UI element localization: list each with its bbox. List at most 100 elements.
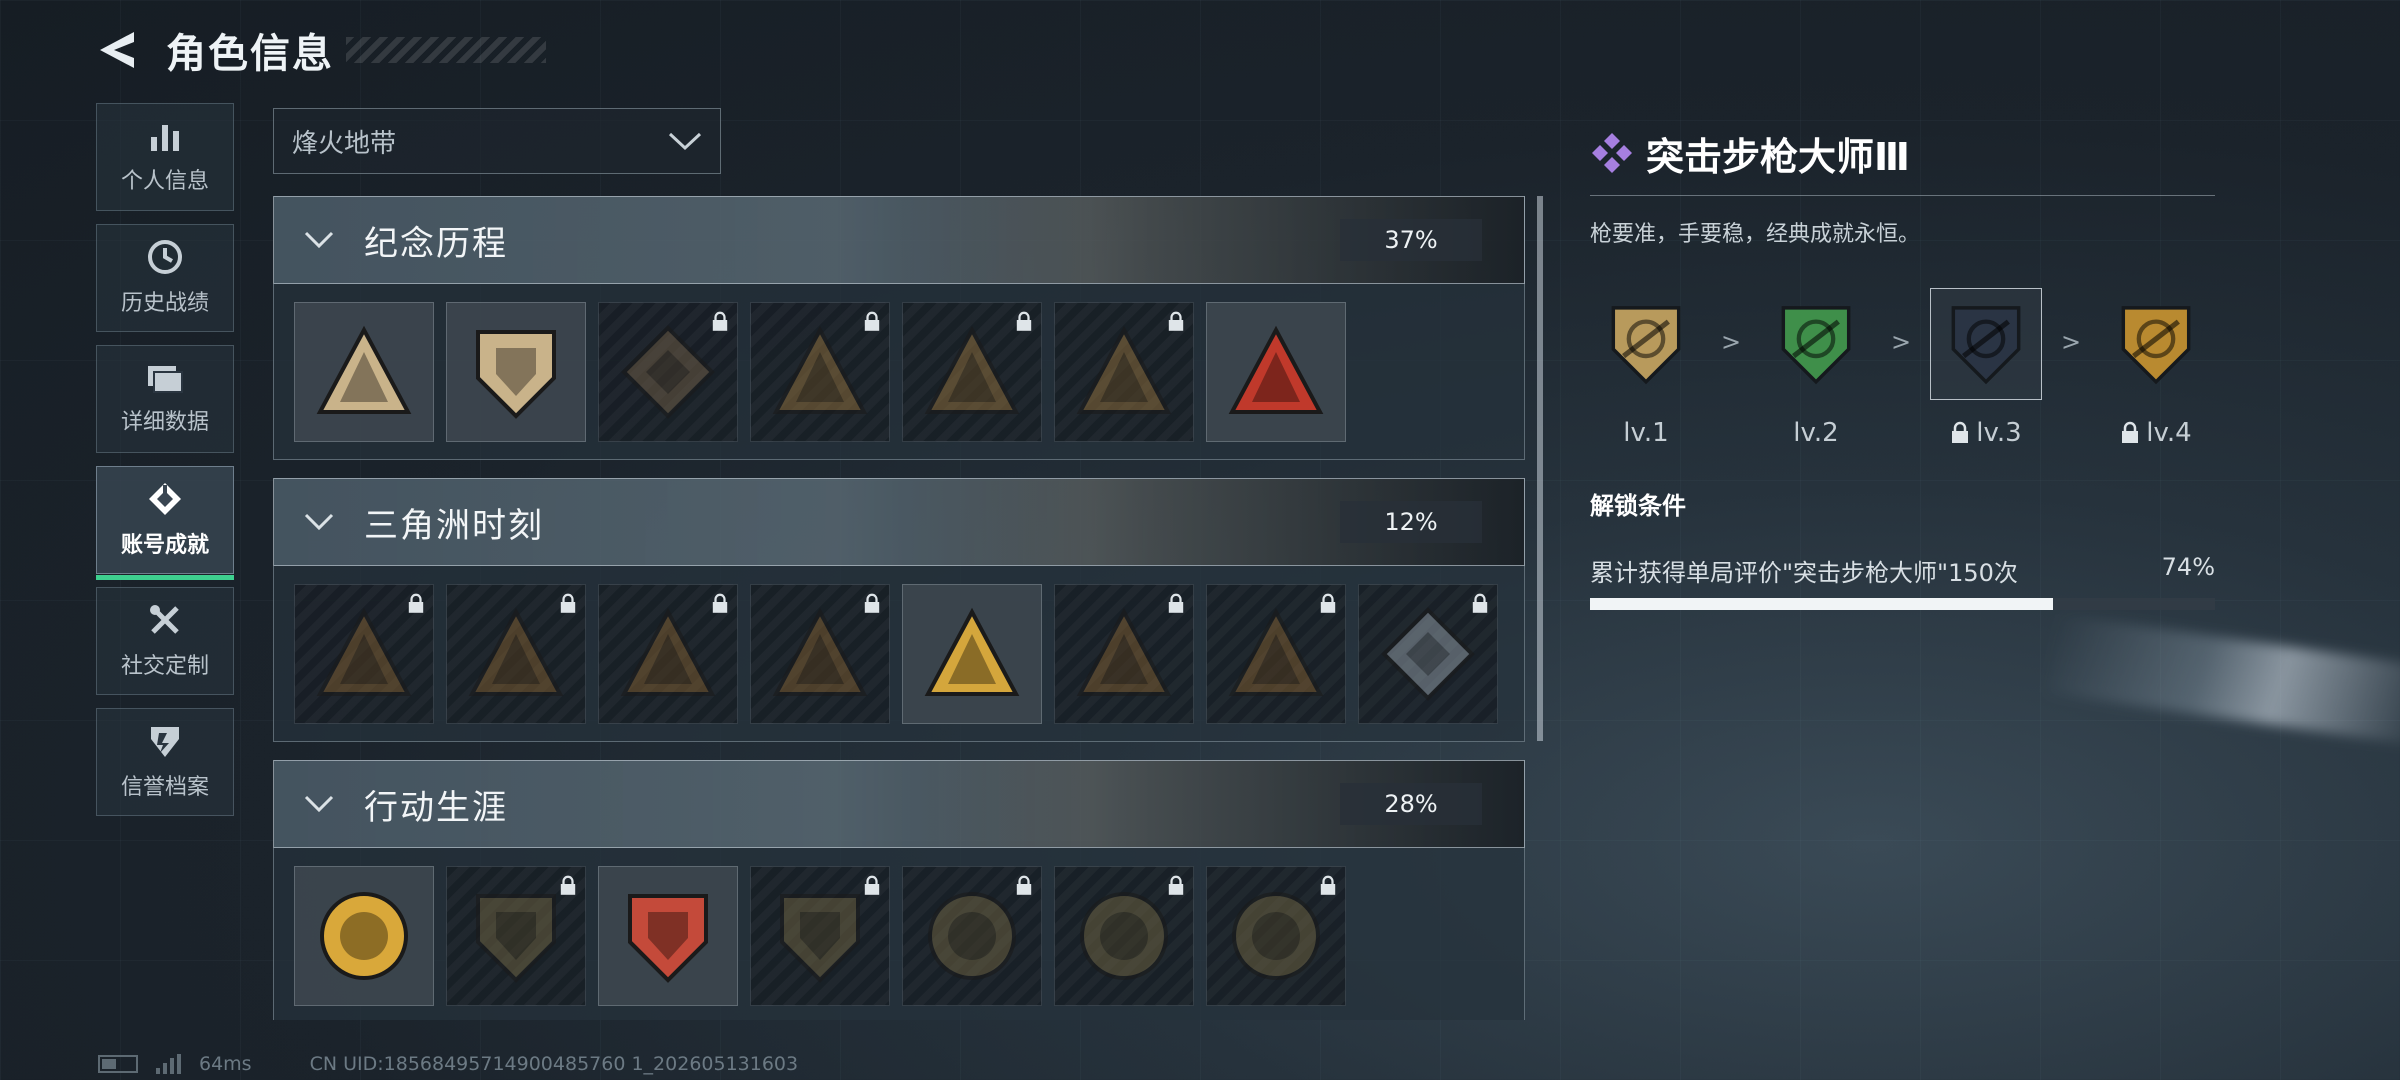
level-label: lv.1 <box>1623 418 1669 448</box>
section-progress: 28% <box>1340 783 1482 825</box>
unlock-progress-bar <box>1590 598 2215 610</box>
back-arrow-icon <box>100 32 134 68</box>
achievement-badge[interactable] <box>598 301 738 442</box>
stars-shield-icon <box>628 893 708 983</box>
level-progression: lv.1 > lv.2 > lv.3 > lv.4 <box>1590 288 2215 448</box>
sidebar-item-history[interactable]: 历史战绩 <box>96 224 234 332</box>
section-progress: 37% <box>1340 219 1482 261</box>
level-badge[interactable]: lv.1 <box>1590 288 1702 448</box>
shield-icon <box>151 727 179 757</box>
achievement-section: 行动生涯 28% <box>273 760 1525 1020</box>
trophy-icon <box>149 483 181 515</box>
title-decoration <box>346 37 546 63</box>
sidebar-item-credit[interactable]: 信誉档案 <box>96 708 234 816</box>
lock-icon <box>1320 593 1336 613</box>
progress-fill <box>1590 598 2053 610</box>
back-button[interactable] <box>90 22 146 78</box>
chevron-down-icon <box>304 513 334 531</box>
helicopter-shield-icon <box>476 329 556 419</box>
unlock-progress-percent: 74% <box>2161 553 2215 581</box>
sidebar: 个人信息 历史战绩 详细数据 账号成就 社交定制 信誉档案 <box>96 103 236 829</box>
achievement-badge[interactable] <box>1054 865 1194 1006</box>
uid-text: CN UID:18568495714900485760 1_2026051316… <box>309 1053 799 1075</box>
tank-triangle-icon <box>772 325 868 414</box>
section-header[interactable]: 纪念历程 37% <box>273 196 1525 284</box>
level-arrow: > <box>1720 328 1742 356</box>
sidebar-item-achievements[interactable]: 账号成就 <box>96 466 234 580</box>
chevron-down-icon <box>304 795 334 813</box>
lock-icon <box>864 311 880 331</box>
achievement-badge[interactable] <box>1206 865 1346 1006</box>
sidebar-item-label: 详细数据 <box>120 410 209 435</box>
section-header[interactable]: 行动生涯 28% <box>273 760 1525 848</box>
oyster-circle-icon <box>928 891 1016 980</box>
tools-icon <box>150 605 179 634</box>
lock-icon <box>864 875 880 895</box>
achievement-badge[interactable] <box>1206 583 1346 724</box>
eagle-triangle-icon <box>1228 607 1324 696</box>
level-badge[interactable]: lv.3 <box>1930 288 2042 448</box>
level-label: lv.4 <box>2146 418 2192 448</box>
lock-icon <box>1320 875 1336 895</box>
achievement-badge[interactable] <box>294 865 434 1006</box>
lock-icon <box>1016 311 1032 331</box>
sidebar-item-label: 历史战绩 <box>120 291 209 316</box>
achievement-badge[interactable] <box>750 301 890 442</box>
achievement-badge[interactable] <box>446 583 586 724</box>
achievement-section: 纪念历程 37% <box>273 196 1525 460</box>
sidebar-item-social[interactable]: 社交定制 <box>96 587 234 695</box>
achievement-badge[interactable] <box>902 301 1042 442</box>
page-header: 角色信息 <box>90 20 546 80</box>
achievement-badge[interactable] <box>1054 583 1194 724</box>
lock-icon <box>712 311 728 331</box>
bar-chart-icon <box>151 125 179 151</box>
badge-row <box>273 566 1525 742</box>
page-title: 角色信息 <box>166 31 334 77</box>
achievement-badge[interactable] <box>598 865 738 1006</box>
lock-icon <box>1168 593 1184 613</box>
level-badge[interactable]: lv.4 <box>2100 288 2212 448</box>
card-triangle-icon <box>468 607 564 696</box>
achievement-badge[interactable] <box>1358 583 1498 724</box>
lock-icon <box>864 593 880 613</box>
lock-icon <box>1168 875 1184 895</box>
status-footer: 64ms CN UID:18568495714900485760 1_20260… <box>98 1053 798 1075</box>
squad-triangle-icon <box>924 607 1020 696</box>
scrollbar[interactable] <box>1537 196 1543 741</box>
mode-dropdown[interactable]: 烽火地带 <box>273 108 721 174</box>
achievement-badge[interactable] <box>750 583 890 724</box>
achievement-badge[interactable] <box>446 865 586 1006</box>
achievement-badge[interactable] <box>902 583 1042 724</box>
level-label: lv.3 <box>1976 418 2022 448</box>
achievement-list: 纪念历程 37% 三角洲时刻 12% 行动生涯 28% <box>273 196 1525 1020</box>
sidebar-item-profile[interactable]: 个人信息 <box>96 103 234 211</box>
section-header[interactable]: 三角洲时刻 12% <box>273 478 1525 566</box>
soldier-triangle-icon <box>924 325 1020 414</box>
runner-triangle-icon <box>620 607 716 696</box>
lock-icon <box>1472 593 1488 613</box>
achievement-badge[interactable] <box>294 583 434 724</box>
level-arrow: > <box>1890 328 1912 356</box>
achievement-badge[interactable] <box>750 865 890 1006</box>
achievement-badge[interactable] <box>902 865 1042 1006</box>
level-arrow: > <box>2060 328 2082 356</box>
achievement-badge[interactable] <box>1206 301 1346 442</box>
rifle-shield-icon <box>1611 306 1681 385</box>
signal-icon <box>156 1054 181 1074</box>
badge-row <box>273 284 1525 460</box>
achievement-badge[interactable] <box>1054 301 1194 442</box>
battery-icon <box>98 1055 138 1073</box>
rose-diamond-icon <box>1381 606 1475 701</box>
level-badge[interactable]: lv.2 <box>1760 288 1872 448</box>
sidebar-item-label: 账号成就 <box>120 533 209 558</box>
achievement-badge[interactable] <box>598 583 738 724</box>
lock-icon <box>2122 421 2139 443</box>
achievement-badge[interactable] <box>446 301 586 442</box>
sidebar-item-details[interactable]: 详细数据 <box>96 345 234 453</box>
lock-icon <box>1016 875 1032 895</box>
section-progress: 12% <box>1340 501 1482 543</box>
achievement-badge[interactable] <box>294 301 434 442</box>
achievement-title: 突击步枪大师Ⅲ <box>1646 134 1910 179</box>
section-title: 纪念历程 <box>364 223 508 264</box>
robot-triangle-icon <box>316 607 412 696</box>
